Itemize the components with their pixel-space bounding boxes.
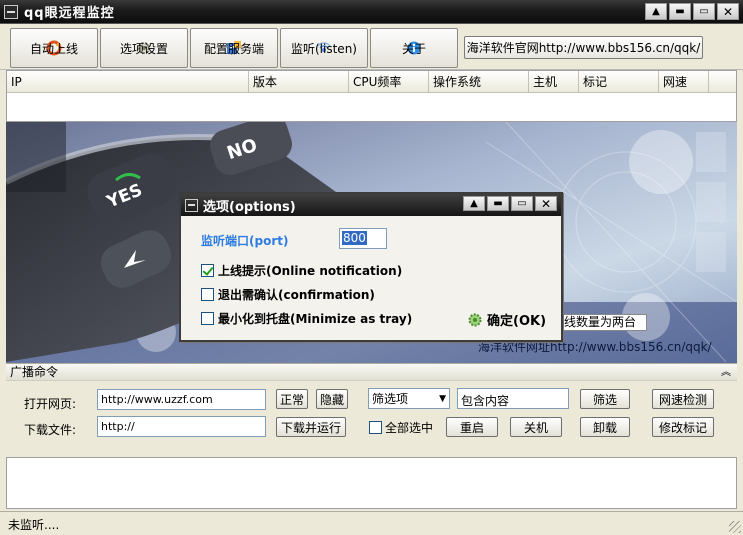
title-bar: qq眼远程监控 ▲ ▬ ▭ ✕ bbox=[0, 0, 743, 24]
ok-button[interactable]: 确定(OK) bbox=[467, 310, 546, 329]
status-bar: 未监听.... bbox=[0, 511, 743, 535]
select-all-label: 全部选中 bbox=[385, 421, 434, 435]
column-host[interactable]: 主机 bbox=[529, 71, 579, 93]
select-all-option[interactable]: 全部选中 bbox=[369, 419, 433, 436]
port-value: 800 bbox=[342, 231, 367, 245]
broadcast-title: 广播命令 bbox=[10, 365, 59, 379]
uninstall-button[interactable]: 卸载 bbox=[580, 417, 630, 437]
chevron-down-icon: ▼ bbox=[439, 393, 446, 404]
ok-label: 确定(OK) bbox=[487, 314, 547, 329]
normal-button[interactable]: 正常 bbox=[276, 389, 308, 409]
edit-mark-button[interactable]: 修改标记 bbox=[652, 417, 714, 437]
config-server-button[interactable]: 配置服务端 bbox=[190, 28, 278, 68]
maximize-button[interactable]: ▭ bbox=[693, 3, 715, 20]
open-url-label: 打开网页: bbox=[24, 397, 77, 411]
minimize-tray-label: 最小化到托盘(Minimize as tray) bbox=[218, 312, 413, 326]
close-button[interactable]: ✕ bbox=[717, 3, 739, 20]
broadcast-header: 广播命令 ︽ bbox=[6, 363, 737, 381]
online-notification-label: 上线提示(Online notification) bbox=[218, 264, 403, 278]
options-dialog: 选项(options) ▲ ▬ ▭ ✕ 监听端口(port) 800 上线提示(… bbox=[179, 192, 563, 342]
window-title: qq眼远程监控 bbox=[24, 6, 115, 21]
toolbar: 自动上线 选项设置 配置服务端 监听(listen) 关于 海洋软件官网http… bbox=[0, 24, 743, 70]
column-speed[interactable]: 网速 bbox=[659, 71, 709, 93]
hidden-button[interactable]: 隐藏 bbox=[316, 389, 348, 409]
dialog-body: 监听端口(port) 800 上线提示(Online notification)… bbox=[181, 216, 561, 340]
about-button[interactable]: 关于 bbox=[370, 28, 458, 68]
online-notification-checkbox[interactable] bbox=[201, 264, 214, 277]
dialog-minimize-button[interactable]: ▬ bbox=[487, 196, 509, 211]
shutdown-button[interactable]: 关机 bbox=[510, 417, 562, 437]
dialog-maximize-button[interactable]: ▭ bbox=[511, 196, 533, 211]
filter-button[interactable]: 筛选 bbox=[580, 389, 630, 409]
confirm-exit-checkbox[interactable] bbox=[201, 288, 214, 301]
broadcast-panel: 打开网页: http://www.uzzf.com 正常 隐藏 筛选项 ▼ 包含… bbox=[6, 381, 737, 455]
filter-content-input[interactable]: 包含内容 bbox=[457, 388, 569, 409]
client-list[interactable]: IP 版本 CPU频率 操作系统 主机 标记 网速 bbox=[6, 70, 737, 122]
dialog-window-controls: ▲ ▬ ▭ ✕ bbox=[463, 196, 557, 211]
website-button[interactable]: 海洋软件官网http://www.bbs156.cn/qqk/ bbox=[464, 36, 703, 59]
column-cpu[interactable]: CPU频率 bbox=[349, 71, 429, 93]
restart-button[interactable]: 重启 bbox=[446, 417, 498, 437]
download-url-input[interactable]: http:// bbox=[97, 416, 266, 437]
minimize-tray-checkbox[interactable] bbox=[201, 312, 214, 325]
dialog-title-bar[interactable]: 选项(options) ▲ ▬ ▭ ✕ bbox=[181, 194, 561, 216]
listen-button[interactable]: 监听(listen) bbox=[280, 28, 368, 68]
app-menu-icon[interactable] bbox=[4, 4, 18, 19]
dialog-close-button[interactable]: ✕ bbox=[535, 196, 557, 211]
download-run-button[interactable]: 下载并运行 bbox=[276, 417, 346, 437]
options-button[interactable]: 选项设置 bbox=[100, 28, 188, 68]
filter-select[interactable]: 筛选项 ▼ bbox=[368, 388, 450, 409]
port-input[interactable]: 800 bbox=[339, 228, 387, 249]
auto-online-button[interactable]: 自动上线 bbox=[10, 28, 98, 68]
collapse-icon[interactable]: ︽ bbox=[721, 364, 731, 381]
list-header: IP 版本 CPU频率 操作系统 主机 标记 网速 bbox=[7, 71, 736, 93]
status-text: 未监听.... bbox=[8, 518, 60, 532]
online-notification-option[interactable]: 上线提示(Online notification) bbox=[201, 262, 402, 279]
minimize-button[interactable]: ▬ bbox=[669, 3, 691, 20]
dialog-title: 选项(options) bbox=[203, 199, 296, 215]
dialog-rollup-button[interactable]: ▲ bbox=[463, 196, 485, 211]
log-area[interactable] bbox=[6, 457, 737, 509]
dialog-menu-icon[interactable] bbox=[185, 198, 198, 212]
minimize-tray-option[interactable]: 最小化到托盘(Minimize as tray) bbox=[201, 310, 412, 327]
confirm-exit-option[interactable]: 退出需确认(confirmation) bbox=[201, 286, 375, 303]
open-url-input[interactable]: http://www.uzzf.com bbox=[97, 389, 266, 410]
confirm-exit-label: 退出需确认(confirmation) bbox=[218, 288, 375, 302]
speed-test-button[interactable]: 网速检测 bbox=[652, 389, 714, 409]
column-ip[interactable]: IP bbox=[7, 71, 249, 93]
window-controls: ▲ ▬ ▭ ✕ bbox=[645, 3, 739, 20]
column-mark[interactable]: 标记 bbox=[579, 71, 659, 93]
ok-gear-icon bbox=[468, 313, 482, 326]
select-all-checkbox[interactable] bbox=[369, 421, 382, 434]
port-label: 监听端口(port) bbox=[201, 234, 289, 248]
column-os[interactable]: 操作系统 bbox=[429, 71, 529, 93]
column-version[interactable]: 版本 bbox=[249, 71, 349, 93]
filter-select-value: 筛选项 bbox=[372, 392, 409, 406]
download-label: 下载文件: bbox=[24, 423, 77, 437]
online-count-label: 线数量为两台 bbox=[561, 314, 647, 331]
rollup-button[interactable]: ▲ bbox=[645, 3, 667, 20]
resize-grip-icon[interactable] bbox=[729, 521, 741, 533]
